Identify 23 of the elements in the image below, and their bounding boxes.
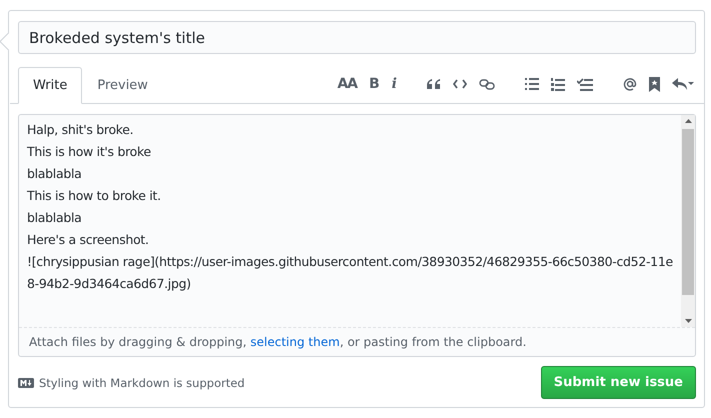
reply-dropdown-icon[interactable] [672, 77, 694, 91]
task-list-icon[interactable] [577, 78, 593, 90]
link-icon[interactable] [479, 78, 495, 90]
markdown-icon [18, 378, 34, 388]
bullet-list-icon[interactable] [525, 78, 539, 90]
markdown-note: Styling with Markdown is supported [39, 376, 245, 390]
italic-button[interactable]: i [392, 77, 397, 91]
editor-tab[interactable]: Preview [82, 67, 163, 104]
scrollbar[interactable] [681, 115, 695, 327]
code-icon[interactable] [453, 79, 467, 89]
comment-body-field[interactable]: Halp, shit's broke. This is how it's broke blablabla This is how to broke it. blablabla Here's a screenshot. ![chrysippusian rage](https://user-images.githubusercontent.com/38930352/46829355-66c50380-cd52-11e8-94b2-9d3464ca6d67.jpg) [19, 115, 681, 327]
editor-tab[interactable]: Write [18, 67, 82, 104]
heading-button[interactable]: AA [337, 77, 357, 91]
scroll-down-icon[interactable] [684, 319, 692, 323]
numbered-list-icon[interactable] [551, 78, 565, 90]
selecting-link[interactable]: selecting them [250, 335, 340, 349]
mention-icon[interactable] [623, 77, 637, 91]
bold-button[interactable]: B [369, 77, 380, 91]
title-field[interactable]: Brokeded system's title [18, 21, 696, 54]
scroll-up-icon[interactable] [684, 119, 692, 123]
bookmark-icon[interactable] [649, 76, 660, 92]
quote-icon[interactable] [427, 78, 441, 90]
attach-hint: Attach files by dragging & dropping, selecting them, or pasting from the clipboard. [28, 334, 528, 351]
